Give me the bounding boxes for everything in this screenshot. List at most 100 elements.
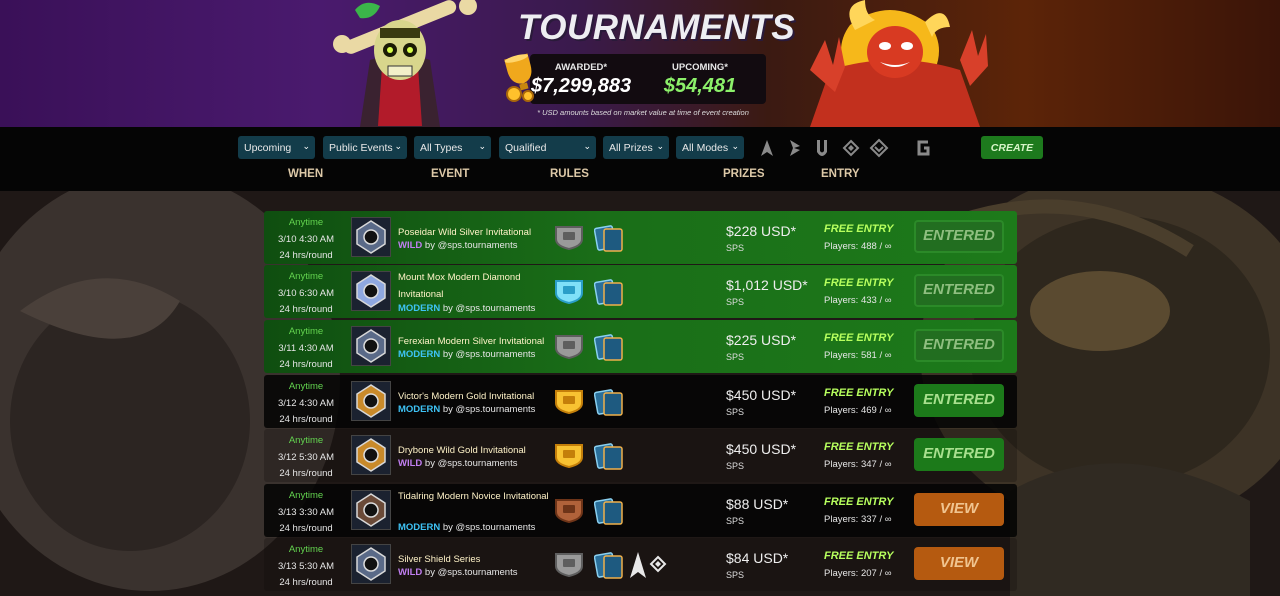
event-organizer: by @sps.tournaments (442, 404, 536, 415)
format-badge: MODERN (398, 303, 441, 314)
format-u-icon[interactable] (813, 138, 831, 158)
when-round: 24 hrs/round (279, 414, 333, 425)
table-row[interactable]: Anytime 3/12 5:30 AM 24 hrs/round Drybon… (264, 429, 1017, 482)
event-title[interactable]: Poseidar Wild Silver Invitational (398, 224, 558, 241)
when-anytime: Anytime (288, 271, 324, 282)
table-row[interactable]: Anytime 3/10 6:30 AM 24 hrs/round Mount … (264, 265, 1017, 318)
when-round: 24 hrs/round (279, 577, 333, 588)
format-badge: MODERN (398, 349, 441, 360)
when-date: 3/13 3:30 AM (278, 506, 334, 518)
event-title[interactable]: Drybone Wild Gold Invitational (398, 442, 558, 459)
tournaments-header: TOURNAMENTS AWARDED* $7,299,883 UPCOMING… (0, 0, 1280, 127)
event-thumbnail (351, 544, 391, 584)
players-count: Players: 433 / ∞ (824, 295, 892, 306)
format-badge: MODERN (398, 522, 441, 533)
event-title[interactable]: Tidalring Modern Novice Invitational (398, 488, 558, 505)
prize-amount: $450 USD* (726, 441, 797, 457)
cards-rule-icon (594, 498, 623, 525)
event-subtitle: MODERN by @sps.tournaments (398, 522, 535, 533)
event-thumbnail (351, 435, 391, 475)
players-count: Players: 469 / ∞ (824, 405, 892, 416)
gold-league-icon (555, 390, 583, 414)
entered-button[interactable]: ENTERED (914, 220, 1004, 253)
event-thumbnail (351, 490, 391, 530)
rules-select-value: Qualified (505, 142, 547, 154)
entered-button[interactable]: ENTERED (914, 438, 1004, 471)
cards-rule-icon (594, 552, 623, 579)
entered-button[interactable]: ENTERED (914, 274, 1004, 307)
event-thumbnail (351, 217, 391, 257)
usd-footnote: * USD amounts based on market value at t… (537, 108, 749, 117)
fire-hero-art (810, 0, 988, 127)
when-date: 3/10 4:30 AM (278, 233, 334, 245)
event-title[interactable]: Silver Shield Series (398, 551, 558, 568)
awarded-label: AWARDED* (554, 62, 608, 73)
entry-fee: FREE ENTRY (824, 277, 894, 289)
prize-token: SPS (726, 352, 745, 362)
table-row[interactable]: Anytime 3/11 4:30 AM 24 hrs/round Ferexi… (264, 320, 1017, 373)
prizes-select[interactable]: All Prizes ⌄ (603, 136, 669, 159)
visibility-select[interactable]: Public Events ⌄ (323, 136, 407, 159)
event-thumbnail (351, 381, 391, 421)
players-count: Players: 488 / ∞ (824, 241, 892, 252)
cards-rule-icon (594, 443, 623, 470)
prize-amount: $225 USD* (726, 332, 797, 348)
chevron-down-icon: ⌄ (394, 141, 402, 151)
table-row[interactable]: Anytime 3/13 3:30 AM 24 hrs/round Tidalr… (264, 484, 1017, 537)
when-anytime: Anytime (288, 217, 324, 228)
event-subtitle: WILD by @sps.tournaments (398, 458, 517, 469)
bronze-league-icon (555, 499, 583, 523)
diamond-league-icon (555, 280, 583, 304)
when-anytime: Anytime (288, 490, 324, 501)
prize-token: SPS (726, 461, 745, 471)
event-title[interactable]: Ferexian Modern Silver Invitational (398, 333, 558, 350)
format-g-icon[interactable] (914, 138, 932, 158)
event-title[interactable]: Mount Mox Modern Diamond Invitational (398, 269, 558, 303)
chevron-down-icon: ⌄ (583, 141, 591, 151)
event-title[interactable]: Victor's Modern Gold Invitational (398, 388, 558, 405)
status-select[interactable]: Upcoming ⌄ (238, 136, 315, 159)
event-emblem-icon (356, 329, 386, 363)
event-organizer: by @sps.tournaments (442, 349, 536, 360)
when-date: 3/12 5:30 AM (278, 451, 334, 463)
status-select-value: Upcoming (244, 142, 292, 154)
event-emblem-icon (356, 493, 386, 527)
players-count: Players: 581 / ∞ (824, 350, 892, 361)
when-date: 3/10 6:30 AM (278, 287, 334, 299)
awarded-value: $7,299,883 (531, 75, 632, 97)
when-cell: Anytime 3/12 4:30 AM 24 hrs/round (264, 379, 348, 429)
modes-select[interactable]: All Modes ⌄ (676, 136, 744, 159)
event-subtitle: MODERN by @sps.tournaments (398, 303, 535, 314)
prize-token: SPS (726, 243, 745, 253)
silver-league-icon (555, 226, 583, 250)
when-cell: Anytime 3/12 5:30 AM 24 hrs/round (264, 433, 348, 483)
gold-league-icon (555, 444, 583, 468)
format-chevron-icon[interactable] (869, 138, 889, 158)
event-subtitle: MODERN by @sps.tournaments (398, 404, 535, 415)
event-emblem-icon (356, 274, 386, 308)
types-select[interactable]: All Types ⌄ (414, 136, 491, 159)
prize-amount: $1,012 USD* (726, 277, 808, 293)
prizes-select-value: All Prizes (609, 142, 653, 154)
rules-select[interactable]: Qualified ⌄ (499, 136, 596, 159)
format-b-icon[interactable] (786, 138, 804, 158)
entered-button[interactable]: ENTERED (914, 384, 1004, 417)
view-button[interactable]: VIEW (914, 493, 1004, 526)
entered-button[interactable]: ENTERED (914, 329, 1004, 362)
prize-token: SPS (726, 407, 745, 417)
event-organizer: by @sps.tournaments (424, 458, 518, 469)
view-button[interactable]: VIEW (914, 547, 1004, 580)
prize-token: SPS (726, 516, 745, 526)
upcoming-value: $54,481 (663, 75, 737, 97)
skeleton-hero-art (333, 0, 477, 127)
when-cell: Anytime 3/13 3:30 AM 24 hrs/round (264, 488, 348, 538)
format-diamond-icon[interactable] (841, 138, 861, 158)
table-row[interactable]: Anytime 3/12 4:30 AM 24 hrs/round Victor… (264, 375, 1017, 428)
prize-amount: $228 USD* (726, 223, 797, 239)
players-count: Players: 347 / ∞ (824, 459, 892, 470)
event-emblem-icon (356, 384, 386, 418)
table-row[interactable]: Anytime 3/10 4:30 AM 24 hrs/round Poseid… (264, 211, 1017, 264)
create-button[interactable]: CREATE (981, 136, 1043, 159)
table-row[interactable]: Anytime 3/13 5:30 AM 24 hrs/round Silver… (264, 538, 1017, 591)
format-a-icon[interactable] (758, 138, 776, 158)
